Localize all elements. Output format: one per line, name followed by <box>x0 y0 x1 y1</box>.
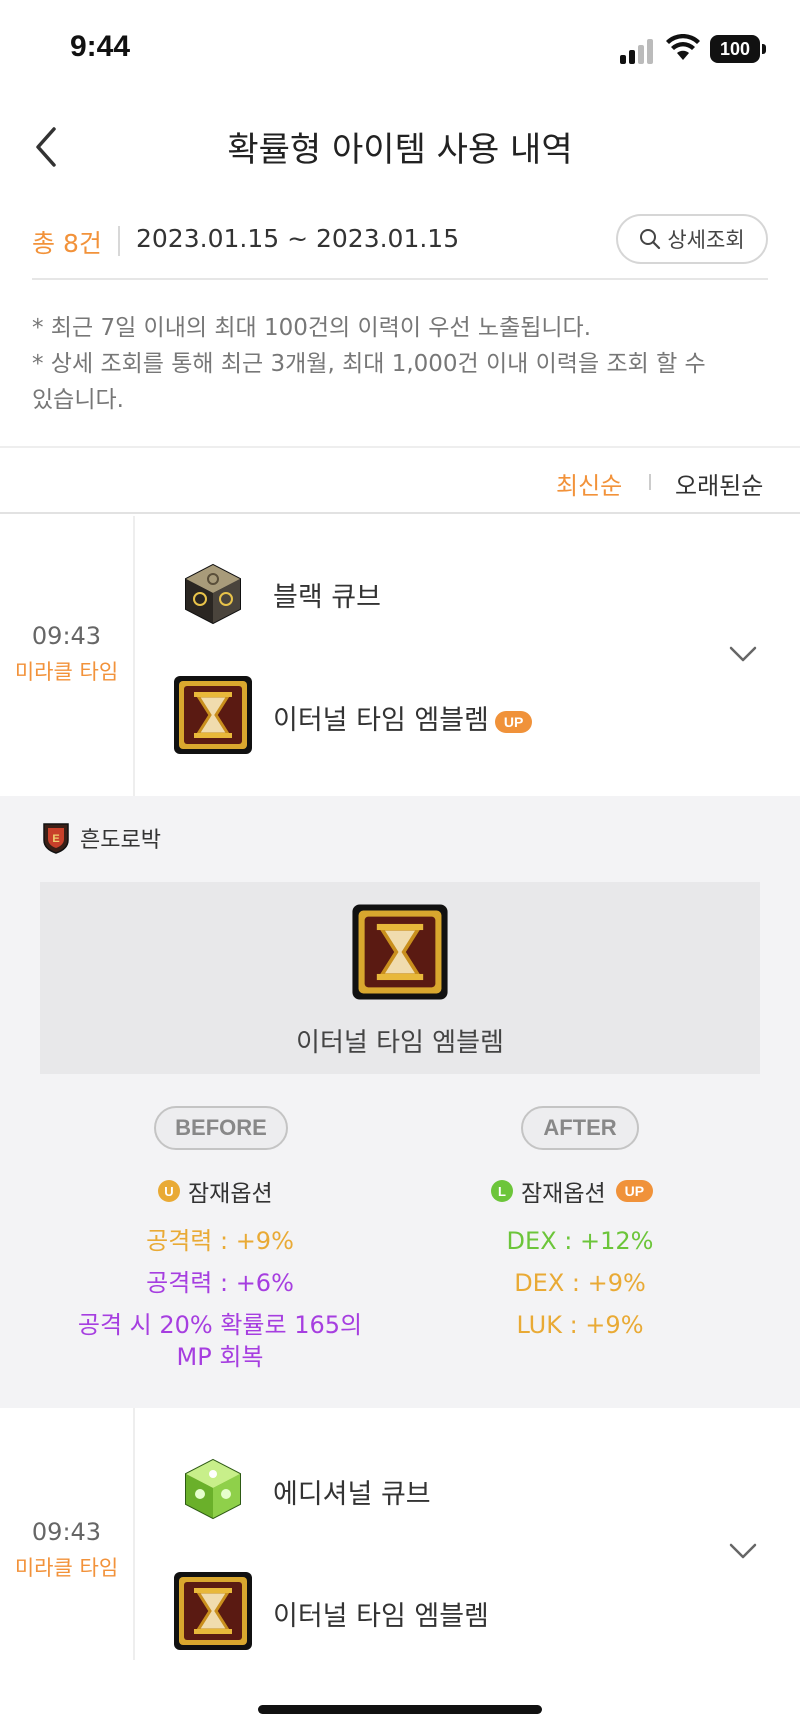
black-cube-icon <box>185 563 241 625</box>
svg-text:E: E <box>52 833 59 845</box>
page-title: 확률형 아이템 사용 내역 <box>227 130 573 170</box>
unique-grade-icon: U <box>158 1180 180 1202</box>
additional-cube-icon <box>185 1458 241 1520</box>
record-time: 09:43 <box>31 622 102 650</box>
character-name: 흔도로박 <box>80 828 161 853</box>
after-options: DEX : +12% DEX : +9% LUK : +9% <box>400 1225 760 1351</box>
record-time-block: 09:43 미라클 타임 <box>0 622 133 686</box>
divider <box>649 474 651 490</box>
after-option-label-row: L 잠재옵션 UP <box>491 1174 654 1208</box>
divider <box>32 278 768 280</box>
chevron-down-icon[interactable] <box>728 1541 758 1561</box>
notice-line: 있습니다. <box>32 387 124 413</box>
home-indicator[interactable] <box>258 1705 542 1714</box>
target-item-name: 이터널 타임 엠블렘 <box>273 705 489 736</box>
up-badge: UP <box>494 710 533 733</box>
before-option-line: 공격력 : +6% <box>146 1269 294 1297</box>
divider <box>118 226 120 256</box>
after-option-line: LUK : +9% <box>516 1311 644 1339</box>
wifi-icon <box>666 34 700 60</box>
sort-newest-button[interactable]: 최신순 <box>556 466 622 501</box>
record-time-block: 09:43 미라클 타임 <box>0 1518 133 1582</box>
legendary-grade-icon: L <box>491 1180 513 1202</box>
before-option-label-row: U 잠재옵션 <box>158 1174 273 1208</box>
cellular-signal-icon <box>620 36 654 64</box>
target-item-row: 이터널 타임 엠블렘 UP <box>273 698 533 737</box>
notice-line: * 최근 7일 이내의 최대 100건의 이력이 우선 노출됩니다. <box>32 315 592 341</box>
preview-item-name: 이터널 타임 엠블렘 <box>296 1028 504 1058</box>
notice-line: * 상세 조회를 통해 최근 3개월, 최대 1,000건 이내 이력을 조회 … <box>32 351 706 377</box>
up-badge: UP <box>615 1180 654 1202</box>
divider <box>133 1408 135 1660</box>
before-options: 공격력 : +9% 공격력 : +6% 공격 시 20% 확률로 165의 MP… <box>40 1225 400 1373</box>
battery-icon: 100 <box>710 35 766 63</box>
cube-name: 블랙 큐브 <box>273 582 381 613</box>
after-option-line: DEX : +9% <box>514 1269 646 1297</box>
total-count: 총 8건 <box>32 229 102 258</box>
record-tag: 미라클 타임 <box>14 1556 119 1580</box>
before-option-label: 잠재옵션 <box>188 1181 273 1207</box>
character-row: E 흔도로박 <box>42 822 161 854</box>
record-tag: 미라클 타임 <box>14 660 119 684</box>
target-item-name: 이터널 타임 엠블렘 <box>273 1601 489 1632</box>
before-option-line: 공격 시 20% 확률로 165의 MP 회복 <box>77 1311 363 1371</box>
sort-oldest-button[interactable]: 오래된순 <box>675 466 763 501</box>
date-range: 2023.01.15 ~ 2023.01.15 <box>136 224 460 253</box>
after-option-label: 잠재옵션 <box>521 1181 606 1207</box>
search-icon <box>640 229 661 250</box>
eternal-time-emblem-icon <box>174 1572 252 1650</box>
status-time: 9:44 <box>70 30 131 63</box>
eternal-time-emblem-icon <box>352 904 448 1000</box>
after-option-line: DEX : +12% <box>506 1227 654 1255</box>
detail-search-button[interactable]: 상세조회 <box>616 214 768 264</box>
divider <box>133 516 135 796</box>
eternal-time-emblem-icon <box>174 676 252 754</box>
detail-search-label: 상세조회 <box>667 228 745 252</box>
before-option-line: 공격력 : +9% <box>146 1227 294 1255</box>
character-shield-icon: E <box>43 823 69 854</box>
cube-name: 에디셔널 큐브 <box>273 1479 431 1510</box>
after-label: AFTER <box>521 1106 639 1150</box>
before-label: BEFORE <box>154 1106 288 1150</box>
chevron-down-icon[interactable] <box>728 644 758 664</box>
record-time: 09:43 <box>31 1518 102 1546</box>
